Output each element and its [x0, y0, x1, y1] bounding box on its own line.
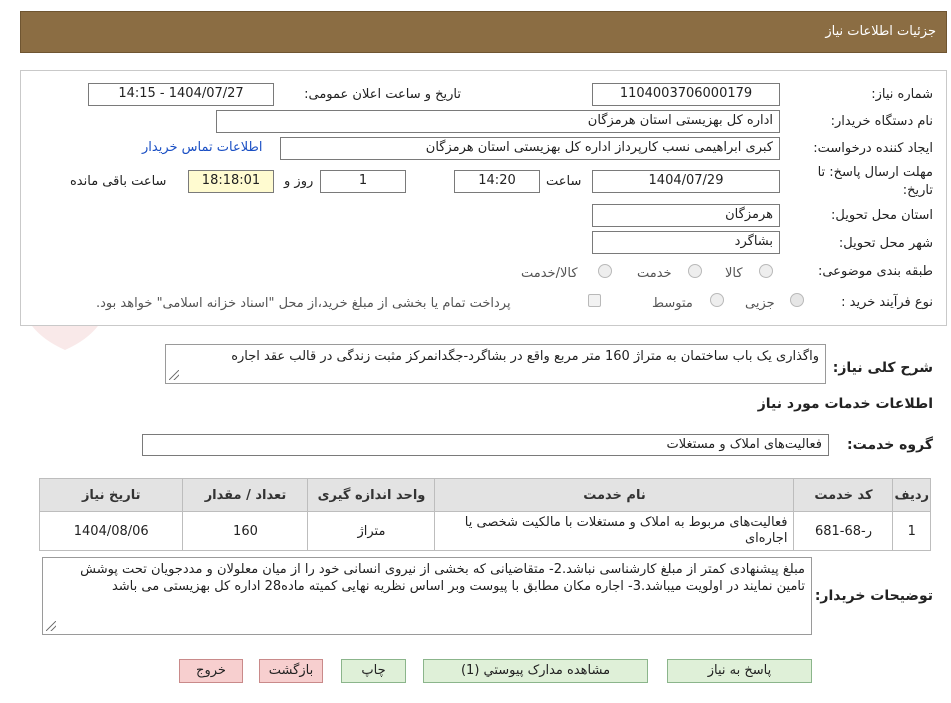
- announce-field: 1404/07/27 - 14:15: [88, 83, 274, 106]
- description-text: واگذاری یک باب ساختمان به متراژ 160 متر …: [231, 349, 819, 364]
- cell-service-name: فعالیت‌های مربوط به املاک و مستغلات با م…: [434, 511, 795, 551]
- need-number-field: 1104003706000179: [592, 83, 780, 106]
- services-section-title: اطلاعات خدمات مورد نیاز: [757, 396, 933, 412]
- buyer-contact-link[interactable]: اطلاعات تماس خریدار: [142, 140, 262, 155]
- buyer-notes-text: مبلغ پیشنهادی کمتر از مبلغ کارشناسی نباش…: [80, 562, 805, 594]
- cell-code: ر-68-681: [793, 511, 894, 551]
- resize-handle-icon[interactable]: [169, 370, 179, 380]
- table-row: 1 ر-68-681 فعالیت‌های مربوط به املاک و م…: [38, 511, 931, 551]
- province-label: استان محل تحویل:: [831, 208, 933, 223]
- col-row: ردیف: [892, 478, 931, 512]
- deadline-time-label: ساعت: [546, 174, 582, 189]
- print-button[interactable]: چاپ: [341, 659, 406, 683]
- col-quantity: تعداد / مقدار: [182, 478, 309, 512]
- category-option-goods-service: کالا/خدمت: [521, 266, 578, 281]
- col-unit: واحد اندازه گیری: [307, 478, 436, 512]
- cell-row: 1: [892, 511, 931, 551]
- resize-handle-icon[interactable]: [46, 621, 56, 631]
- deadline-time-field: 14:20: [454, 170, 540, 193]
- treasury-payment-note: پرداخت تمام یا بخشی از مبلغ خرید،از محل …: [96, 296, 511, 311]
- need-number-label: شماره نیاز:: [871, 87, 933, 102]
- deadline-label: مهلت ارسال پاسخ: تا: [817, 165, 933, 180]
- category-radio-goods-service[interactable]: [598, 264, 612, 278]
- deadline-date-field: 1404/07/29: [592, 170, 780, 193]
- buyer-notes-textarea: مبلغ پیشنهادی کمتر از مبلغ کارشناسی نباش…: [42, 557, 812, 635]
- process-option-minor: جزیی: [745, 296, 775, 311]
- category-label: طبقه بندی موضوعی:: [817, 264, 933, 279]
- page-header: جزئیات اطلاعات نیاز: [20, 11, 947, 53]
- view-attachments-button[interactable]: مشاهده مدارک پیوستي (1): [423, 659, 648, 683]
- buyer-field: اداره کل بهزیستی استان هرمزگان: [216, 110, 780, 133]
- buyer-notes-label: توضیحات خریدار:: [814, 588, 933, 604]
- description-textarea: واگذاری یک باب ساختمان به متراژ 160 متر …: [165, 344, 826, 384]
- city-field: بشاگرد: [592, 231, 780, 254]
- province-field: هرمزگان: [592, 204, 780, 227]
- remaining-label: ساعت باقی مانده: [70, 174, 167, 189]
- col-service-name: نام خدمت: [434, 478, 795, 512]
- buyer-label: نام دستگاه خریدار:: [830, 114, 933, 129]
- exit-button[interactable]: خروج: [179, 659, 243, 683]
- description-label: شرح کلی نیاز:: [832, 360, 933, 376]
- col-need-date: تاریخ نیاز: [38, 478, 184, 512]
- category-option-service: خدمت: [637, 266, 672, 281]
- table-header-row: ردیف کد خدمت نام خدمت واحد اندازه گیری ت…: [38, 478, 931, 512]
- process-label: نوع فرآیند خرید :: [841, 295, 933, 310]
- days-field: 1: [320, 170, 406, 193]
- category-radio-service[interactable]: [688, 264, 702, 278]
- process-radio-medium[interactable]: [710, 293, 724, 307]
- announce-label: تاریخ و ساعت اعلان عمومی:: [304, 87, 461, 102]
- cell-quantity: 160: [182, 511, 309, 551]
- back-button[interactable]: بازگشت: [259, 659, 323, 683]
- treasury-payment-checkbox[interactable]: [588, 294, 601, 307]
- process-radio-minor[interactable]: [790, 293, 804, 307]
- cell-need-date: 1404/08/06: [38, 511, 184, 551]
- service-group-field: فعالیت‌های املاک و مستغلات: [142, 434, 829, 456]
- cell-unit: متراژ: [307, 511, 436, 551]
- page-title: جزئیات اطلاعات نیاز: [825, 24, 936, 39]
- services-table: ردیف کد خدمت نام خدمت واحد اندازه گیری ت…: [38, 478, 931, 551]
- info-panel: [20, 70, 947, 326]
- deadline-label-2: تاریخ:: [902, 183, 933, 198]
- category-option-goods: کالا: [725, 266, 743, 281]
- process-option-medium: متوسط: [652, 296, 693, 311]
- days-label: روز و: [284, 174, 314, 189]
- remaining-time-field: 18:18:01: [188, 170, 274, 193]
- creator-field: کبری ابراهیمی نسب کارپرداز اداره کل بهزی…: [280, 137, 780, 160]
- reply-button[interactable]: پاسخ به نیاز: [667, 659, 812, 683]
- service-group-label: گروه خدمت:: [847, 437, 933, 453]
- city-label: شهر محل تحویل:: [838, 236, 933, 251]
- category-radio-goods[interactable]: [759, 264, 773, 278]
- creator-label: ایجاد کننده درخواست:: [813, 141, 933, 156]
- col-code: کد خدمت: [793, 478, 894, 512]
